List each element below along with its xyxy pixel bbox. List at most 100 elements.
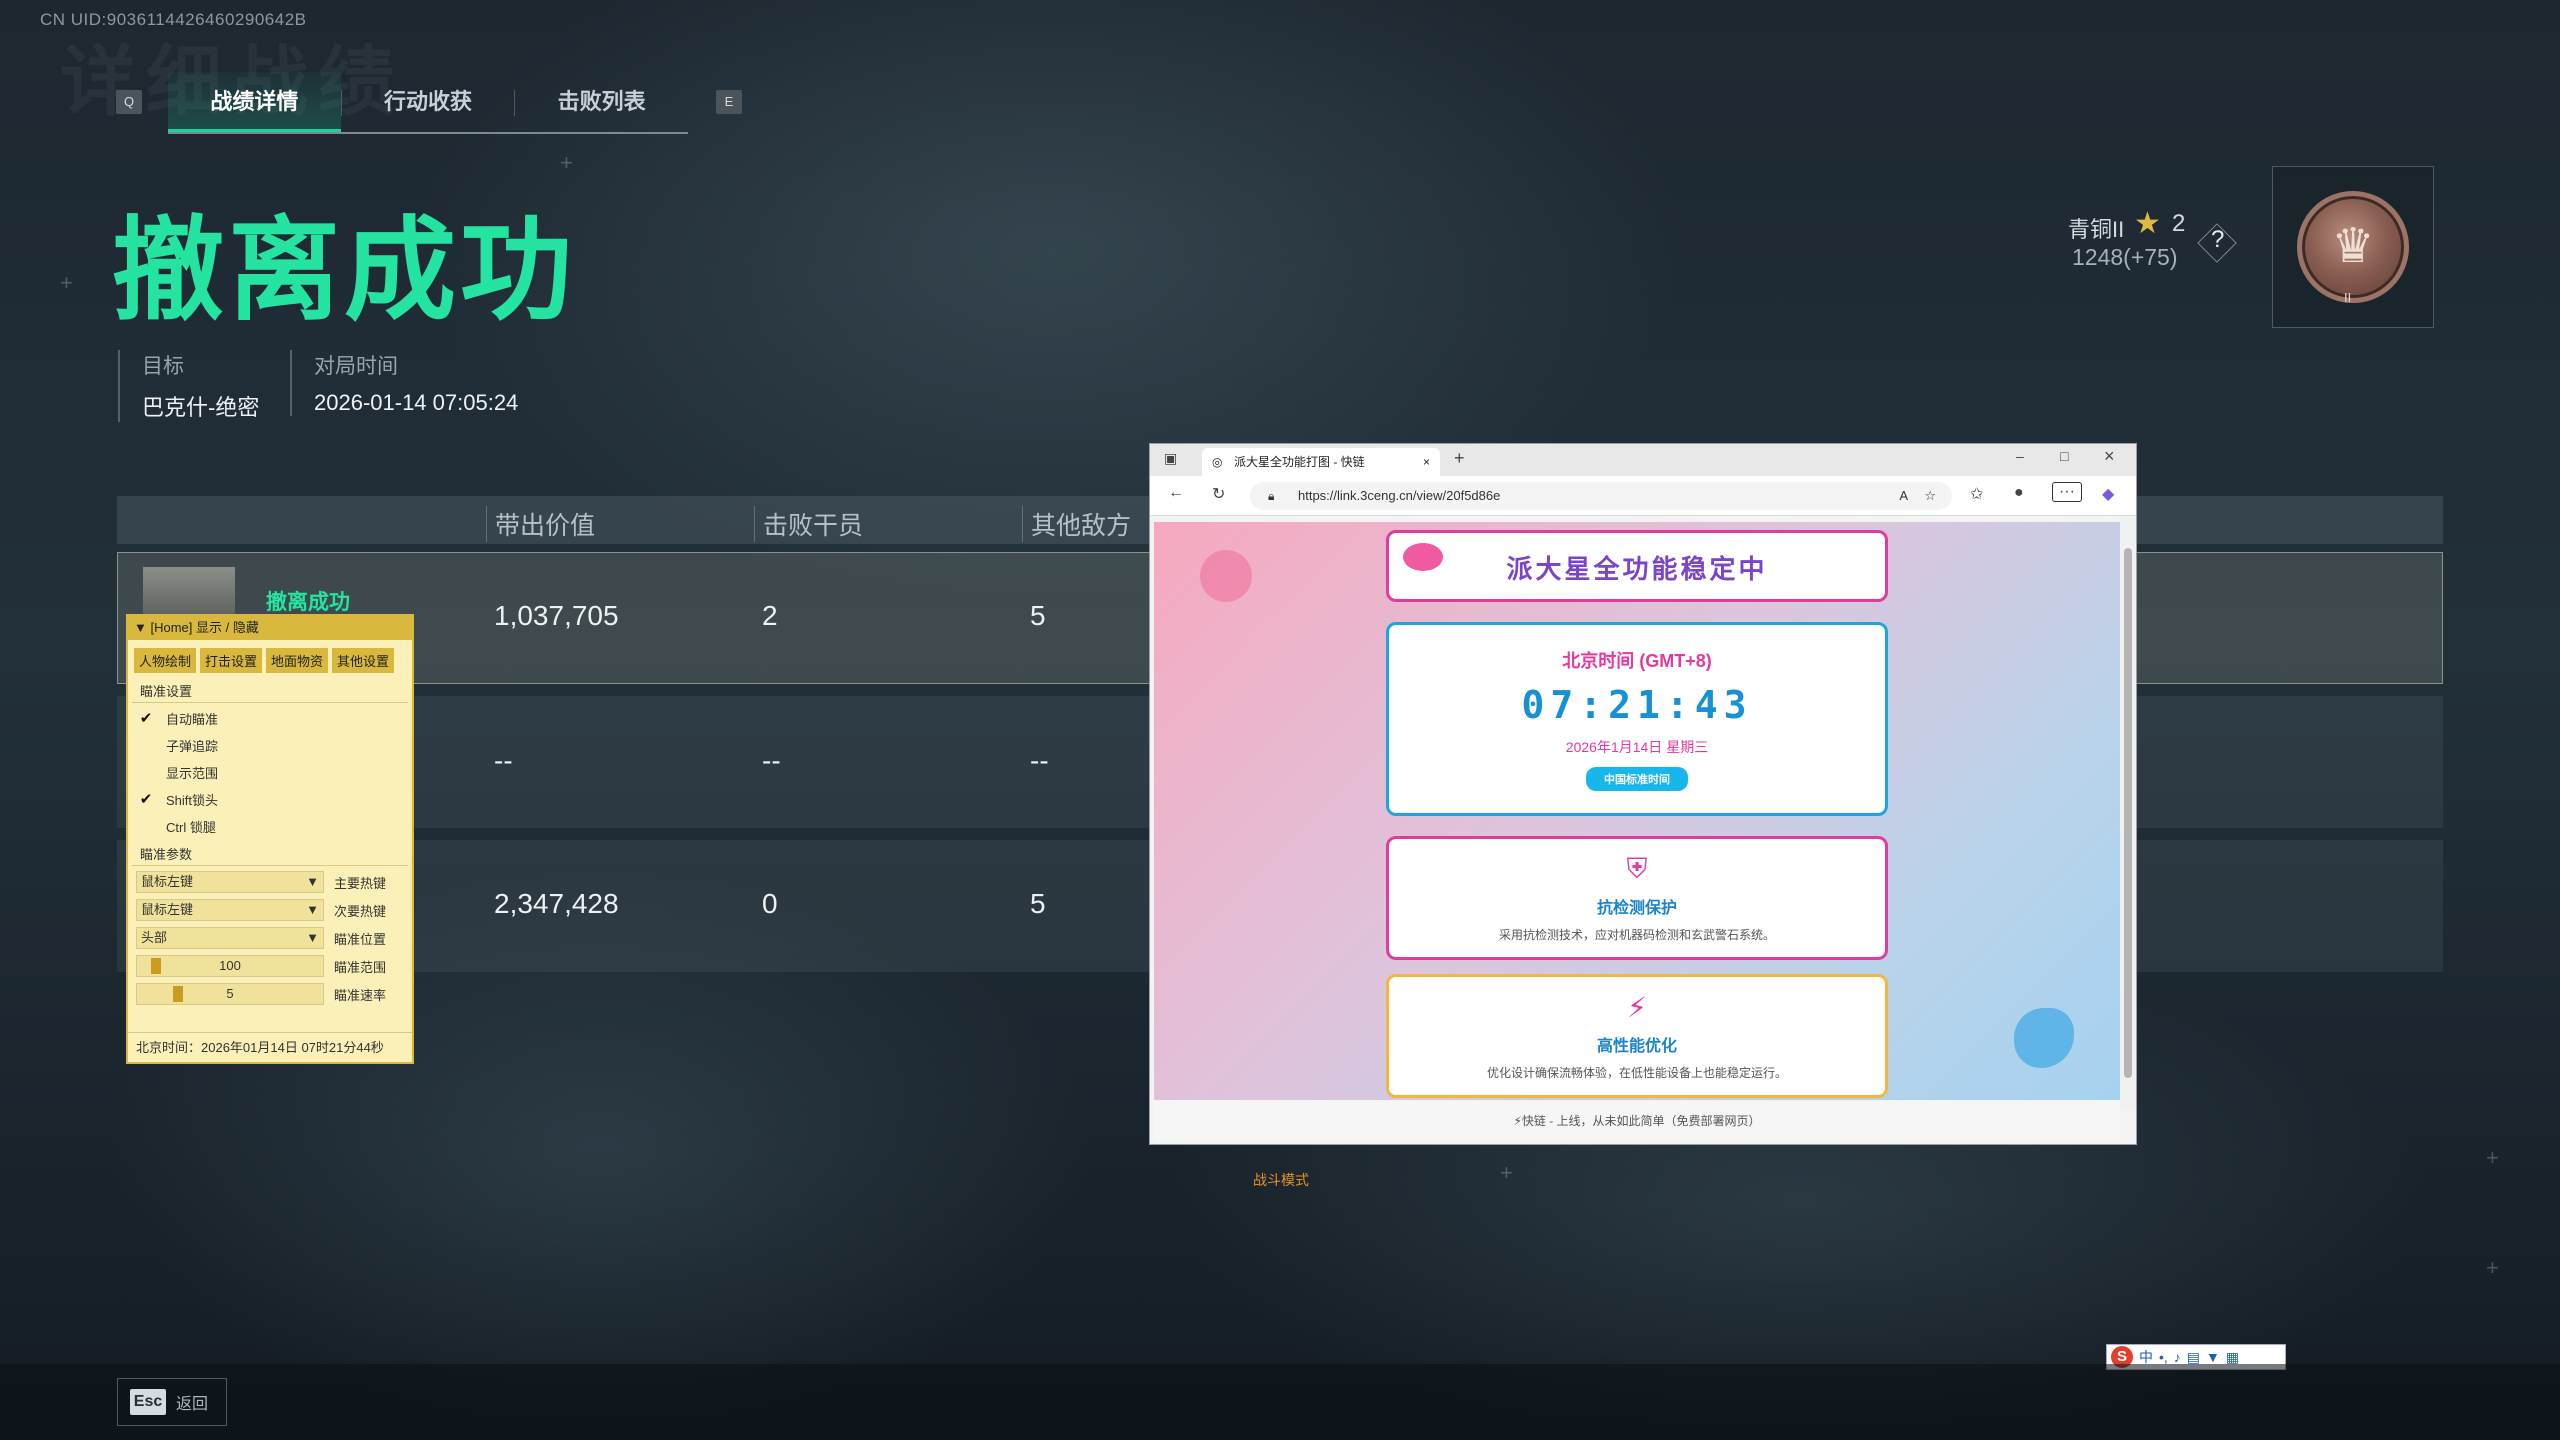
crosshair-decoration: +: [60, 270, 73, 295]
checkbox-empty[interactable]: [138, 765, 154, 781]
refresh-icon[interactable]: ↻: [1212, 484, 1225, 504]
tab-next-key[interactable]: E: [716, 90, 742, 114]
checkbox-label: Ctrl 锁腿: [166, 820, 216, 835]
maximize-icon[interactable]: □: [2060, 448, 2068, 464]
overlay-tab-other-settings[interactable]: 其他设置: [332, 648, 395, 673]
check-icon[interactable]: ✔: [138, 710, 154, 727]
overlay-tab-ground-items[interactable]: 地面物资: [266, 648, 329, 673]
profile-icon[interactable]: ●: [2014, 484, 2024, 502]
checkbox-label: 子弹追踪: [166, 739, 219, 754]
more-menu-icon[interactable]: ···: [2052, 482, 2082, 502]
rank-badge-tier: II: [2344, 290, 2352, 305]
browser-tab[interactable]: ◎ 派大星全功能打图 - 快链 ×: [1202, 448, 1440, 476]
row-value: 2,347,428: [494, 888, 619, 919]
new-tab-icon[interactable]: +: [1454, 448, 1465, 469]
close-window-icon[interactable]: ×: [2104, 446, 2115, 467]
lightning-icon: ⚡︎: [1513, 1114, 1522, 1128]
close-tab-icon[interactable]: ×: [1423, 448, 1430, 476]
overlay-tab-player-draw[interactable]: 人物绘制: [134, 648, 197, 673]
rank-name: 青铜II: [2068, 217, 2125, 242]
skin-icon[interactable]: ▼: [2206, 1349, 2220, 1365]
overlay-tabs: 人物绘制 打击设置 地面物资 其他设置: [128, 640, 412, 677]
aim-position-select[interactable]: 头部 ▼: [136, 927, 324, 949]
help-mark[interactable]: ?: [2211, 226, 2224, 254]
microphone-icon[interactable]: ♪: [2174, 1349, 2181, 1365]
clock-date: 2026年1月14日 星期三: [1565, 739, 1709, 755]
slider-thumb[interactable]: [151, 958, 161, 974]
lightning-icon: ⚡︎: [1627, 992, 1647, 1023]
scrollbar-thumb[interactable]: [2124, 548, 2132, 1078]
eagle-icon: ♛: [2331, 220, 2375, 273]
browser-toolbar: ← ↻ 🔒︎ https://link.3ceng.cn/view/20f5d8…: [1150, 476, 2136, 516]
feature-title: 高性能优化: [1596, 1038, 1677, 1055]
tab-kill-list[interactable]: 击败列表: [515, 72, 688, 132]
favorite-star-icon[interactable]: ☆: [1924, 482, 1936, 510]
crosshair-decoration: +: [2486, 1145, 2499, 1170]
slider-value: 5: [226, 986, 234, 1001]
secondary-hotkey-select[interactable]: 鼠标左键 ▼: [136, 899, 324, 921]
back-button[interactable]: Esc 返回: [117, 1378, 227, 1426]
read-aloud-icon[interactable]: A: [1899, 482, 1908, 510]
clock-card: 北京时间 (GMT+8) 07:21:43 2026年1月14日 星期三 中国标…: [1386, 622, 1888, 816]
overlay-section-aim: 瞄准设置: [132, 679, 408, 703]
address-bar[interactable]: 🔒︎ https://link.3ceng.cn/view/20f5d86e A…: [1250, 482, 1952, 510]
overlay-checkbox-bullet-track[interactable]: 子弹追踪: [128, 732, 412, 759]
toolbox-icon[interactable]: ▦: [2226, 1349, 2239, 1366]
checkbox-empty[interactable]: [138, 819, 154, 835]
crosshair-decoration: +: [1500, 1160, 1513, 1185]
decorative-dot: [1403, 543, 1443, 571]
dropdown-arrow-icon[interactable]: ▼: [306, 928, 319, 948]
keyboard-icon[interactable]: ▤: [2187, 1349, 2200, 1366]
check-icon[interactable]: ✔: [138, 791, 154, 808]
tab-bar: 战绩详情 行动收获 击败列表: [168, 72, 688, 134]
slider-thumb[interactable]: [173, 986, 183, 1002]
tab-action-rewards[interactable]: 行动收获: [342, 72, 515, 132]
sidebar-toggle-icon[interactable]: ▣: [1164, 450, 1177, 467]
tab-prev-key[interactable]: Q: [116, 90, 142, 114]
overlay-checkbox-auto-aim[interactable]: ✔ 自动瞄准: [128, 705, 412, 732]
slider-value: 100: [219, 958, 241, 973]
copilot-icon[interactable]: ◆: [2102, 484, 2114, 504]
overlay-checkbox-ctrl-lock[interactable]: Ctrl 锁腿: [128, 813, 412, 840]
favorites-icon[interactable]: ✩: [1970, 484, 1983, 504]
overlay-header[interactable]: ▼ [Home] 显示 / 隐藏: [128, 616, 412, 640]
back-label: 返回: [176, 1396, 209, 1413]
overlay-header-label: [Home] 显示 / 隐藏: [150, 620, 259, 635]
aim-speed-slider[interactable]: 5: [136, 983, 324, 1005]
row-kills: 0: [762, 888, 778, 919]
select-label: 次要热键: [334, 903, 387, 919]
collapse-arrow-icon[interactable]: ▼: [134, 620, 147, 635]
checkbox-empty[interactable]: [138, 738, 154, 754]
punctuation-icon[interactable]: •,: [2159, 1349, 2168, 1365]
page-footer: ⚡︎快链 - 上线，从未如此简单（免费部署网页）: [1154, 1101, 2120, 1141]
match-time-info: 对局时间 2026-01-14 07:05:24: [290, 350, 518, 416]
match-time-label: 对局时间: [314, 355, 398, 378]
row-others: --: [1030, 745, 1049, 776]
select-label: 主要热键: [334, 875, 387, 891]
back-icon[interactable]: ←: [1168, 484, 1184, 502]
target-value: 巴克什-绝密: [142, 395, 260, 420]
clock-label: 北京时间 (GMT+8): [1562, 651, 1712, 671]
overlay-footer-time: 北京时间：2026年01月14日 07时21分44秒: [128, 1032, 412, 1062]
minimize-icon[interactable]: –: [2016, 448, 2024, 464]
esc-key: Esc: [130, 1389, 166, 1415]
dropdown-arrow-icon[interactable]: ▼: [306, 872, 319, 892]
page-footer-text: 快链 - 上线，从未如此简单（免费部署网页）: [1521, 1114, 1761, 1128]
settings-overlay: ▼ [Home] 显示 / 隐藏 人物绘制 打击设置 地面物资 其他设置 瞄准设…: [126, 614, 414, 1064]
row-status: 撤离成功: [266, 591, 350, 614]
lock-icon[interactable]: 🔒︎: [1268, 482, 1274, 510]
result-title: 撤离成功: [112, 208, 576, 333]
banner-text: 派大星全功能稳定中: [1506, 554, 1768, 584]
aim-range-slider[interactable]: 100: [136, 955, 324, 977]
overlay-checkbox-shift-lock[interactable]: ✔ Shift锁头: [128, 786, 412, 813]
dropdown-arrow-icon[interactable]: ▼: [306, 900, 319, 920]
overlay-select-row: 头部 ▼ 瞄准位置: [128, 924, 412, 952]
feature-card: ⚡︎ 高性能优化 优化设计确保流畅体验，在低性能设备上也能稳定运行。: [1386, 974, 1888, 1098]
header-other-enemies: 其他敌方: [1022, 506, 1131, 542]
standard-time-button[interactable]: 中国标准时间: [1586, 767, 1688, 791]
overlay-checkbox-show-range[interactable]: 显示范围: [128, 759, 412, 786]
overlay-tab-strike-settings[interactable]: 打击设置: [200, 648, 263, 673]
primary-hotkey-select[interactable]: 鼠标左键 ▼: [136, 871, 324, 893]
tab-record-details[interactable]: 战绩详情: [168, 72, 341, 132]
bottom-bar: [0, 1364, 2560, 1440]
